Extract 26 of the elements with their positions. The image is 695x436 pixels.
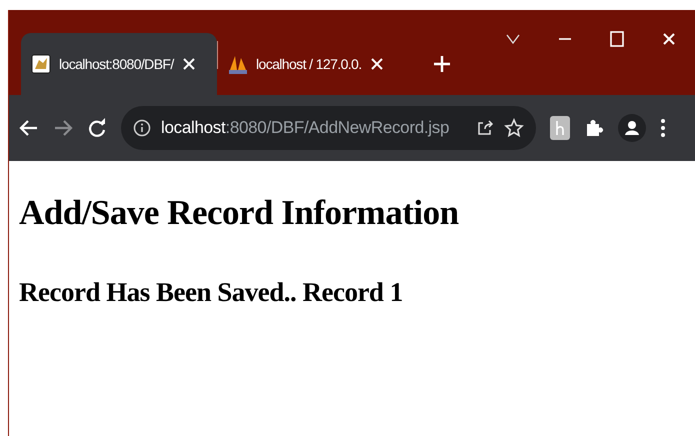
star-icon[interactable]	[504, 118, 524, 138]
close-icon	[662, 32, 676, 46]
url-text: localhost:8080/DBF/AddNewRecord.jsp	[161, 118, 450, 138]
puzzle-icon[interactable]	[584, 118, 604, 138]
page-heading: Add/Save Record Information	[19, 193, 460, 233]
share-icon[interactable]	[476, 119, 494, 137]
address-bar[interactable]: localhost:8080/DBF/AddNewRecord.jsp	[121, 106, 536, 150]
extension-icon[interactable]	[550, 116, 570, 140]
close-icon[interactable]	[370, 57, 384, 71]
save-message: Record Has Been Saved.. Record 1	[19, 277, 404, 308]
plus-icon	[432, 54, 452, 74]
menu-icon[interactable]	[660, 118, 666, 138]
browser-tab[interactable]: localhost / 127.0.0.	[218, 33, 414, 95]
chevron-down-icon	[506, 34, 520, 44]
profile-icon[interactable]	[618, 114, 646, 142]
maximize-icon	[610, 31, 624, 47]
server-favicon-icon	[31, 54, 51, 74]
minimize-icon	[558, 37, 572, 41]
browser-tab[interactable]: localhost:8080/DBF/	[21, 33, 217, 95]
reload-button[interactable]	[87, 118, 107, 138]
tab-title: localhost / 127.0.0.	[256, 56, 362, 72]
close-icon[interactable]	[182, 57, 196, 71]
info-icon[interactable]	[133, 119, 151, 137]
back-button[interactable]	[19, 118, 39, 138]
forward-button[interactable]	[53, 118, 73, 138]
tab-title: localhost:8080/DBF/	[59, 56, 174, 72]
